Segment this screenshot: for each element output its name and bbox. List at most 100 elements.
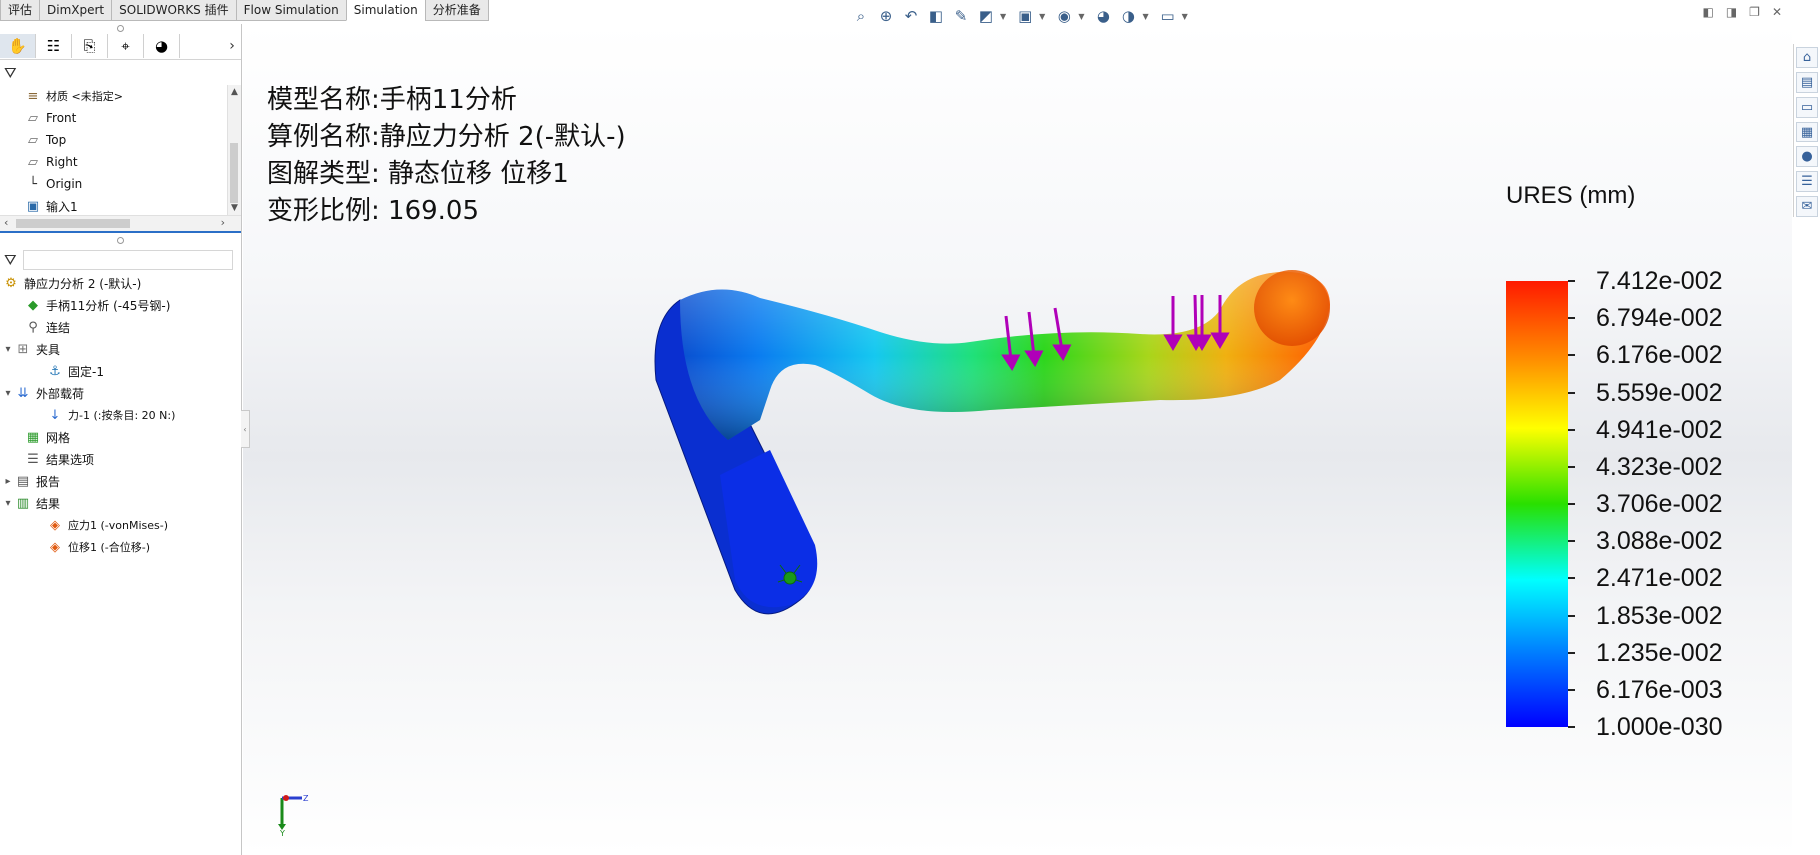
scrollbar-thumb[interactable]	[16, 219, 130, 228]
tree-item-origin[interactable]: └ Origin	[0, 173, 241, 195]
scroll-down-icon[interactable]: ▼	[228, 203, 241, 213]
edit-appearance-icon[interactable]: ◕	[1092, 7, 1114, 25]
plot-type-label: 图解类型: 静态位移 位移1	[267, 159, 569, 189]
tree-item-results[interactable]: ▾ ▥ 结果	[0, 492, 241, 514]
tab-evaluate[interactable]: 评估	[0, 0, 41, 21]
tree-item-study[interactable]: ⚙ 静应力分析 2 (-默认-)	[0, 272, 241, 294]
legend-tick	[1568, 317, 1575, 320]
dimxpert-manager-tab-icon[interactable]: ⌖	[108, 34, 144, 58]
legend-label: 6.176e-002	[1596, 341, 1723, 370]
tree-item-report[interactable]: ▸ ▤ 报告	[0, 470, 241, 492]
fixed-geometry-icon: ⚓	[49, 363, 61, 379]
expander-icon[interactable]: ▾	[2, 388, 14, 399]
tab-dimxpert[interactable]: DimXpert	[39, 0, 113, 21]
appearances-icon[interactable]: ●	[1796, 146, 1818, 168]
tree-item-label: 连结	[46, 320, 71, 335]
filter-input[interactable]	[22, 249, 233, 270]
chevron-down-icon[interactable]: ▼	[1039, 12, 1045, 21]
display-manager-tab-icon[interactable]: ◕	[144, 34, 180, 58]
zoom-to-fit-icon[interactable]: ⌕	[850, 7, 872, 25]
restore-icon[interactable]: ❐	[1749, 5, 1760, 19]
home-icon[interactable]: ⌂	[1796, 47, 1818, 68]
tree-item-imported-body[interactable]: ▣ 输入1	[0, 195, 241, 215]
tree-item-connections[interactable]: ⚲ 连结	[0, 316, 241, 338]
filter-icon[interactable]: ⛛	[4, 64, 17, 82]
previous-view-icon[interactable]: ↶	[900, 7, 922, 25]
view-palette-icon[interactable]: ▦	[1796, 121, 1818, 143]
deformed-model-plot[interactable]	[640, 260, 1440, 640]
expander-icon[interactable]: ▾	[2, 498, 14, 509]
apply-scene-icon[interactable]: ◑	[1117, 7, 1139, 25]
chevron-right-icon[interactable]: ›	[223, 38, 241, 54]
legend-label: 4.323e-002	[1596, 452, 1723, 481]
scroll-up-icon[interactable]: ▲	[228, 87, 241, 97]
panel-splitter[interactable]	[0, 233, 241, 247]
task-pane-tabs: ⌂ ▤ ▭ ▦ ● ☰ ✉	[1793, 44, 1820, 218]
expander-icon[interactable]: ▸	[2, 476, 14, 487]
panel-grip[interactable]	[0, 24, 241, 33]
tree-item-external-loads[interactable]: ▾ ⇊ 外部载荷	[0, 382, 241, 404]
tree-item-mesh[interactable]: ▦ 网格	[0, 426, 241, 448]
tree-item-top-plane[interactable]: ▱ Top	[0, 129, 241, 151]
tile-right-icon[interactable]: ◨	[1726, 5, 1737, 19]
custom-properties-icon[interactable]: ☰	[1796, 171, 1818, 193]
report-icon: ▤	[16, 473, 30, 489]
view-orientation-icon[interactable]: ◩	[975, 7, 997, 25]
tab-analysis-preparation[interactable]: 分析准备	[424, 0, 489, 21]
chevron-down-icon[interactable]: ▼	[1000, 12, 1006, 21]
tree-item-force-1[interactable]: ↓ 力-1 (:按条目: 20 N:)	[0, 404, 241, 426]
panel-collapse-handle[interactable]: ‹	[241, 410, 250, 448]
property-manager-tab-icon[interactable]: ☷	[36, 34, 72, 58]
legend-tick	[1568, 354, 1575, 357]
display-style-icon[interactable]: ▣	[1014, 7, 1036, 25]
hide-show-items-icon[interactable]: ◉	[1053, 7, 1075, 25]
deformation-scale-label: 变形比例: 169.05	[267, 196, 479, 226]
filter-icon[interactable]: ⛛	[4, 251, 17, 269]
feature-tree-horizontal-scrollbar[interactable]: ‹ ›	[0, 215, 241, 233]
feature-manager-tab-icon[interactable]: ✋	[0, 34, 36, 58]
configuration-manager-tab-icon[interactable]: ⎘	[72, 34, 108, 58]
tree-item-fixtures[interactable]: ▾ ⊞ 夹具	[0, 338, 241, 360]
result-options-icon: ☰	[27, 451, 39, 467]
tile-left-icon[interactable]: ◧	[1702, 5, 1713, 19]
tree-item-material[interactable]: ≡ 材质 <未指定>	[0, 85, 241, 107]
feature-tree-vertical-scrollbar[interactable]: ▲ ▼	[227, 85, 241, 215]
tree-item-result-options[interactable]: ☰ 结果选项	[0, 448, 241, 470]
chevron-down-icon[interactable]: ▼	[1142, 12, 1148, 21]
zoom-to-area-icon[interactable]: ⊕	[875, 7, 897, 25]
section-view-icon[interactable]: ◧	[925, 7, 947, 25]
chevron-down-icon[interactable]: ▼	[1182, 12, 1188, 21]
close-icon[interactable]: ✕	[1772, 5, 1782, 19]
chevron-down-icon[interactable]: ▼	[1078, 12, 1084, 21]
tab-solidworks-addins[interactable]: SOLIDWORKS 插件	[111, 0, 237, 21]
file-explorer-icon[interactable]: ▭	[1796, 96, 1818, 118]
tree-item-fixed-1[interactable]: ⚓ 固定-1	[0, 360, 241, 382]
legend-title: URES (mm)	[1506, 182, 1636, 209]
legend-label: 6.794e-002	[1596, 304, 1723, 333]
forum-icon[interactable]: ✉	[1796, 196, 1818, 218]
dynamic-annotation-icon[interactable]: ✎	[950, 7, 972, 25]
scroll-right-icon[interactable]: ›	[221, 216, 225, 229]
tree-item-front-plane[interactable]: ▱ Front	[0, 107, 241, 129]
legend-tick	[1568, 726, 1575, 728]
tab-simulation[interactable]: Simulation	[345, 0, 426, 21]
view-settings-icon[interactable]: ▭	[1157, 7, 1179, 25]
tree-item-displacement-plot[interactable]: ◈ 位移1 (-合位移-)	[0, 536, 241, 558]
view-triad: Z Y	[278, 794, 309, 836]
legend-tick	[1568, 391, 1575, 394]
triad-y-label: Y	[279, 829, 285, 836]
expander-icon[interactable]: ▾	[2, 344, 14, 355]
tree-item-stress-plot[interactable]: ◈ 应力1 (-vonMises-)	[0, 514, 241, 536]
tree-item-part[interactable]: ◆ 手柄11分析 (-45号钢-)	[0, 294, 241, 316]
scrollbar-thumb[interactable]	[230, 143, 238, 203]
design-library-icon[interactable]: ▤	[1796, 71, 1818, 93]
tree-item-right-plane[interactable]: ▱ Right	[0, 151, 241, 173]
scroll-left-icon[interactable]: ‹	[4, 216, 8, 229]
legend-label: 4.941e-002	[1596, 415, 1723, 444]
tree-item-label: 结果选项	[46, 452, 95, 467]
legend-label: 1.235e-002	[1596, 638, 1723, 667]
legend-tick	[1568, 688, 1575, 691]
legend-tick	[1568, 540, 1575, 543]
model-name-label: 模型名称:手柄11分析	[267, 85, 517, 115]
tab-flow-simulation[interactable]: Flow Simulation	[235, 0, 347, 21]
